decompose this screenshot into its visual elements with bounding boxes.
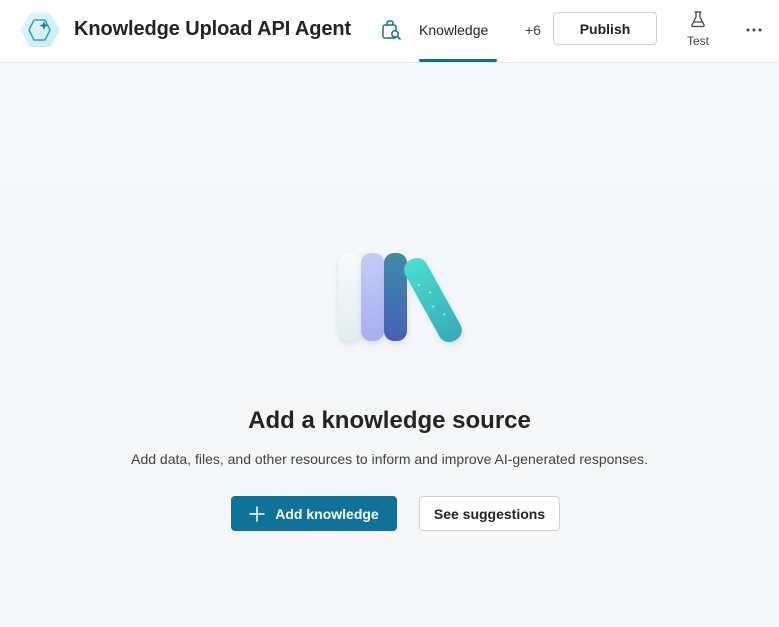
agent-hexagon-sparkle-icon[interactable] [19, 11, 61, 49]
empty-state-description: Add data, files, and other resources to … [131, 451, 648, 467]
empty-state-title: Add a knowledge source [248, 407, 531, 434]
top-header: Knowledge Upload API Agent Knowledge +6 … [0, 0, 779, 63]
knowledge-tab-icon [382, 20, 401, 40]
app-window: Knowledge Upload API Agent Knowledge +6 … [0, 0, 779, 627]
more-horizontal-icon[interactable] [740, 18, 768, 42]
add-knowledge-label: Add knowledge [275, 505, 379, 522]
books-illustration [338, 253, 462, 343]
plus-icon [249, 505, 266, 522]
book-2 [361, 253, 384, 341]
see-suggestions-button[interactable]: See suggestions [419, 496, 560, 531]
active-tab-indicator [419, 59, 497, 62]
more-tabs-button[interactable]: +6 [525, 22, 541, 38]
tab-knowledge[interactable]: Knowledge [419, 0, 497, 62]
flask-icon [691, 11, 705, 28]
add-knowledge-button[interactable]: Add knowledge [231, 496, 397, 531]
test-button[interactable]: Test [680, 8, 716, 52]
publish-button[interactable]: Publish [553, 12, 657, 45]
agent-title: Knowledge Upload API Agent [74, 18, 352, 40]
book-1 [338, 253, 362, 341]
main-content: Add a knowledge source Add data, files, … [0, 63, 779, 627]
book-3 [384, 253, 407, 341]
book-4 [404, 257, 462, 343]
tab-knowledge-label: Knowledge [419, 22, 489, 38]
test-button-label: Test [686, 34, 709, 48]
